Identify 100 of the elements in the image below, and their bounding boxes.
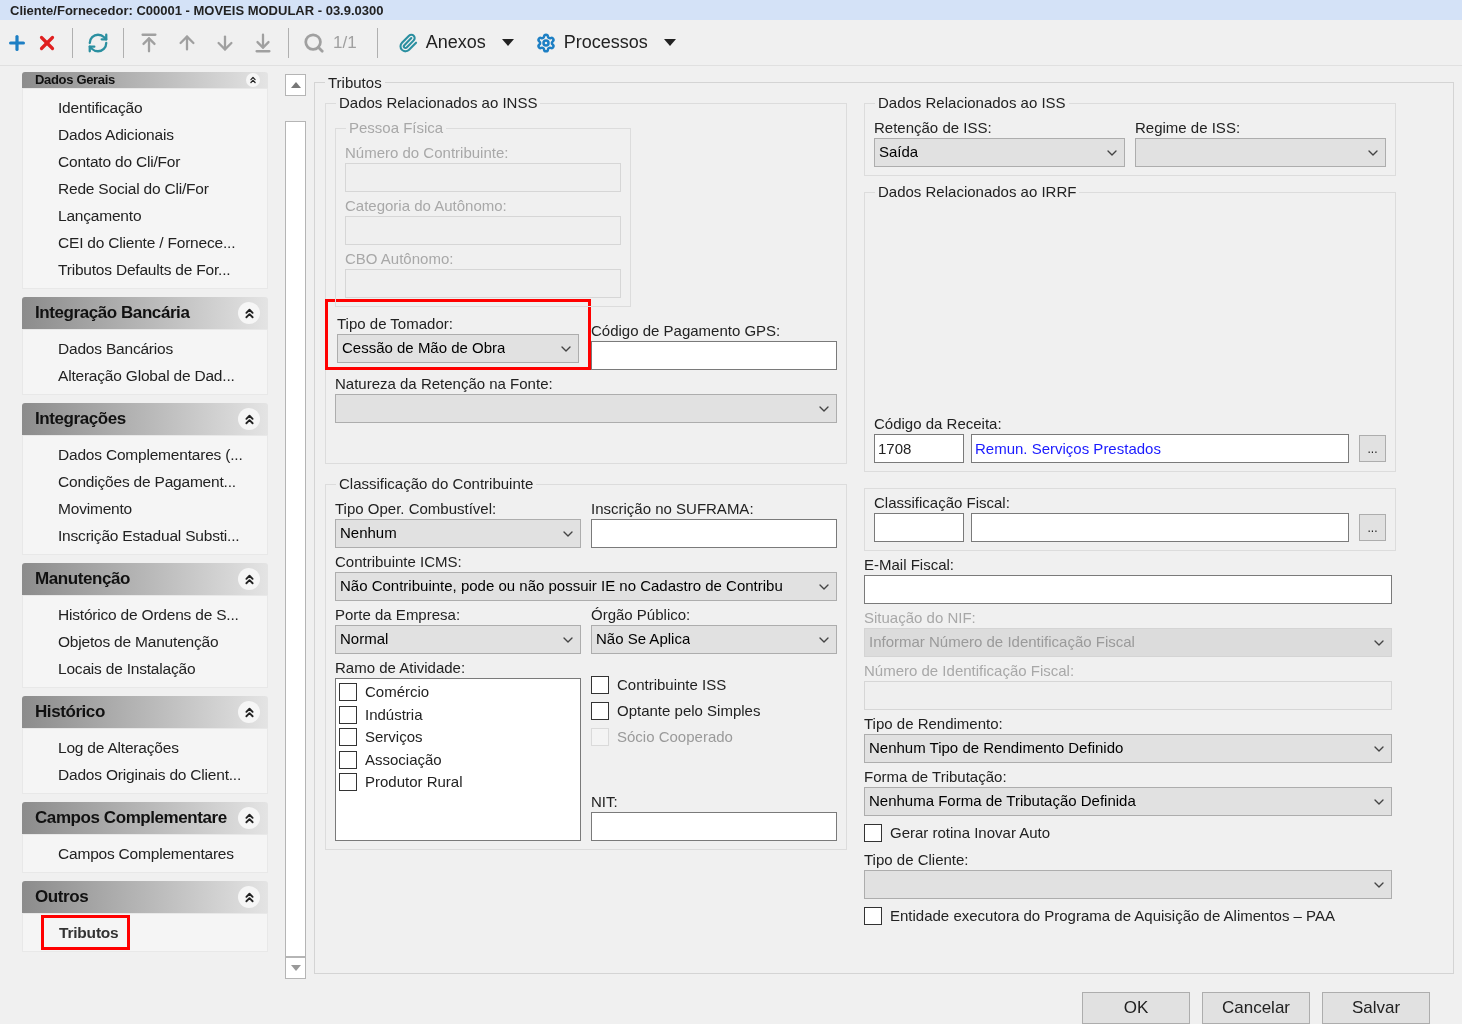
sidebar-group-header[interactable]: Campos Complementare: [22, 802, 268, 834]
text-field[interactable]: [591, 341, 837, 370]
dropdown[interactable]: Nenhum: [335, 519, 581, 548]
sidebar-group-header[interactable]: Integração Bancária: [22, 297, 268, 329]
sidebar-group-header[interactable]: Histórico: [22, 696, 268, 728]
ellipsis-button[interactable]: ...: [1359, 435, 1386, 462]
text-field[interactable]: [591, 519, 837, 548]
code-field[interactable]: [874, 513, 964, 542]
sidebar-item[interactable]: Rede Social do Cli/For: [58, 176, 209, 201]
sidebar-group-header[interactable]: Dados Gerais: [22, 72, 268, 88]
toolbar-menu[interactable]: Processos: [535, 29, 676, 56]
field-label: Órgão Público:: [591, 605, 692, 625]
gear-icon: [535, 32, 556, 53]
text-field[interactable]: [591, 812, 837, 841]
window-title: Cliente/Fornecedor: C00001 - MOVEIS MODULAR - 03.9.0300: [10, 2, 384, 20]
field-label: Número de Identificação Fiscal:: [864, 661, 1076, 681]
collapse-icon[interactable]: [246, 73, 260, 87]
sidebar-item[interactable]: Inscrição Estadual Substi...: [58, 523, 240, 548]
caret-icon: [663, 38, 676, 47]
dropdown[interactable]: Normal: [335, 625, 581, 654]
checkbox-label: Produtor Rural: [365, 772, 463, 792]
field-label: Tipo de Tomador:: [337, 314, 454, 334]
checkbox-label: Comércio: [365, 682, 430, 702]
dialog-button[interactable]: OK: [1082, 992, 1190, 1024]
dialog-button[interactable]: Cancelar: [1202, 992, 1310, 1024]
checkbox[interactable]: [591, 702, 609, 720]
sidebar-item[interactable]: Log de Alterações: [58, 735, 179, 760]
sidebar-item[interactable]: Condições de Pagament...: [58, 469, 236, 494]
sidebar-group-header[interactable]: Outros: [22, 881, 268, 913]
checkbox-label: Gerar rotina Inovar Auto: [890, 822, 1051, 843]
collapse-icon[interactable]: [238, 701, 260, 723]
sidebar-item[interactable]: Dados Adicionais: [58, 122, 174, 147]
collapse-icon[interactable]: [238, 408, 260, 430]
ellipsis-button[interactable]: ...: [1359, 514, 1386, 541]
sidebar-group-header[interactable]: Integrações: [22, 403, 268, 435]
checkbox[interactable]: [339, 683, 357, 702]
checkbox-label: Contribuinte ISS: [617, 674, 727, 695]
sidebar-group-title: Integrações: [35, 408, 126, 431]
field-label: Ramo de Atividade:: [335, 658, 467, 678]
sidebar-item[interactable]: Histórico de Ordens de S...: [58, 602, 239, 627]
checkbox[interactable]: [339, 773, 357, 792]
checkbox[interactable]: [339, 705, 357, 724]
sidebar-item[interactable]: Movimento: [58, 496, 132, 521]
description-field[interactable]: Remun. Serviços Prestados: [971, 434, 1349, 463]
dropdown[interactable]: Cessão de Mão de Obra: [337, 334, 579, 363]
field-label: Código de Pagamento GPS:: [591, 321, 782, 341]
field-label: Natureza da Retenção na Fonte:: [335, 374, 554, 394]
toolbar-menu[interactable]: Anexos: [397, 29, 514, 56]
checkbox-label: Entidade executora do Programa de Aquisição de Alimentos – PAA: [890, 905, 1335, 926]
collapse-icon[interactable]: [238, 886, 260, 908]
code-field[interactable]: 1708: [874, 434, 964, 463]
checkbox[interactable]: [339, 728, 357, 747]
field-label: Número do Contribuinte:: [345, 143, 510, 163]
sidebar-group-title: Outros: [35, 886, 89, 909]
scrollbar[interactable]: [285, 74, 306, 979]
sidebar-item[interactable]: Alteração Global de Dad...: [58, 363, 235, 388]
dropdown[interactable]: Saída: [874, 138, 1125, 167]
refresh-icon[interactable]: [87, 31, 109, 54]
text-field[interactable]: [864, 575, 1392, 604]
sidebar-item[interactable]: Objetos de Manutenção: [58, 629, 219, 654]
sidebar-item[interactable]: Lançamento: [58, 203, 142, 228]
sidebar-item[interactable]: Locais de Instalação: [58, 656, 196, 681]
dropdown[interactable]: Nenhuma Forma de Tributação Definida: [864, 787, 1392, 816]
sidebar-item[interactable]: CEI do Cliente / Fornece...: [58, 230, 236, 255]
checkbox-label: Sócio Cooperado: [617, 726, 733, 747]
checkbox[interactable]: [864, 907, 882, 925]
field-label: CBO Autônomo:: [345, 249, 455, 269]
sidebar-item[interactable]: Tributos Defaults de For...: [58, 257, 231, 282]
scroll-down-icon[interactable]: [290, 965, 301, 971]
search-icon[interactable]: [303, 31, 325, 54]
record-counter: 1/1: [333, 31, 357, 54]
sidebar-item[interactable]: Dados Originais do Client...: [58, 762, 242, 787]
field-label: Situação do NIF:: [864, 608, 977, 628]
checkbox-label: Indústria: [365, 704, 423, 725]
sidebar-item[interactable]: Identificação: [58, 95, 143, 120]
field-label: Porte da Empresa:: [335, 605, 462, 625]
checkbox[interactable]: [591, 676, 609, 694]
field-label: Tipo Oper. Combustível:: [335, 499, 498, 519]
field-label: Categoria do Autônomo:: [345, 196, 508, 216]
dialog-button[interactable]: Salvar: [1322, 992, 1430, 1024]
checkbox-label: Optante pelo Simples: [617, 700, 761, 721]
dropdown[interactable]: Nenhum Tipo de Rendimento Definido: [864, 734, 1392, 763]
sidebar-item[interactable]: Dados Bancários: [58, 336, 174, 361]
sidebar-group-header[interactable]: Manutenção: [22, 563, 268, 595]
sidebar-item[interactable]: Tributos: [41, 915, 130, 950]
sidebar-item[interactable]: Campos Complementares: [58, 841, 234, 866]
collapse-icon[interactable]: [238, 807, 260, 829]
checkbox[interactable]: [864, 824, 882, 842]
dropdown[interactable]: Não Contribuinte, pode ou não possuir IE no Cadastro de Contribu: [335, 572, 837, 601]
sidebar-item[interactable]: Dados Complementares (...: [58, 442, 243, 467]
dropdown[interactable]: Não Se Aplica: [591, 625, 837, 654]
sidebar-item[interactable]: Contato do Cli/For: [58, 149, 181, 174]
checkbox-label: Associação: [365, 749, 442, 770]
checkbox[interactable]: [339, 750, 357, 769]
scroll-up-icon[interactable]: [290, 82, 301, 88]
description-field[interactable]: [971, 513, 1349, 542]
field-label: Inscrição no SUFRAMA:: [591, 499, 755, 519]
sidebar-group-title: Manutenção: [35, 568, 130, 591]
collapse-icon[interactable]: [238, 568, 260, 590]
collapse-icon[interactable]: [238, 302, 260, 324]
